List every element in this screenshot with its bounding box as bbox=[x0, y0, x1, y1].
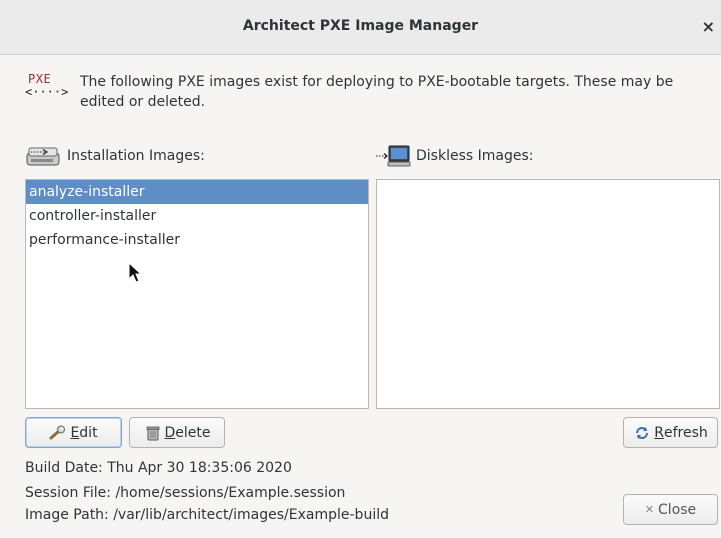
close-label: Close bbox=[658, 501, 697, 518]
drive-icon bbox=[26, 147, 60, 166]
monitor-icon bbox=[376, 145, 411, 167]
list-item[interactable]: performance-installer bbox=[26, 228, 368, 252]
title-bar[interactable]: Architect PXE Image Manager × bbox=[0, 0, 721, 55]
pxe-icon: PXE <····> bbox=[25, 72, 69, 104]
pxe-icon-label: PXE bbox=[28, 72, 52, 86]
refresh-mnemonic: R bbox=[654, 424, 664, 441]
list-item[interactable]: analyze-installer bbox=[26, 180, 368, 204]
diskless-images-list[interactable] bbox=[376, 179, 720, 409]
refresh-button[interactable]: Refresh bbox=[623, 417, 718, 448]
list-item[interactable]: controller-installer bbox=[26, 204, 368, 228]
delete-label: elete bbox=[175, 424, 211, 441]
installation-images-header: Installation Images: bbox=[25, 145, 205, 167]
intro-text: The following PXE images exist for deplo… bbox=[80, 74, 674, 110]
close-icon[interactable]: × bbox=[702, 17, 715, 36]
installation-images-list[interactable]: analyze-installer controller-installer p… bbox=[25, 179, 369, 409]
edit-mnemonic: E bbox=[70, 424, 80, 441]
image-path: Image Path: /var/lib/architect/images/Ex… bbox=[25, 507, 389, 523]
edit-label: dit bbox=[79, 424, 98, 441]
edit-button[interactable]: Edit bbox=[25, 417, 122, 448]
pxe-arrows-icon: <····> bbox=[25, 85, 69, 99]
close-x-icon: ✕ bbox=[644, 503, 655, 516]
wrench-icon bbox=[49, 425, 66, 439]
delete-mnemonic: D bbox=[164, 424, 176, 441]
session-file: Session File: /home/sessions/Example.ses… bbox=[25, 485, 346, 501]
installation-images-label: Installation Images: bbox=[67, 148, 205, 164]
mouse-cursor-icon bbox=[128, 262, 143, 283]
diskless-images-header: Diskless Images: bbox=[376, 145, 533, 167]
refresh-label: efresh bbox=[663, 424, 708, 441]
delete-button[interactable]: Delete bbox=[129, 417, 225, 448]
build-date: Build Date: Thu Apr 30 18:35:06 2020 bbox=[25, 460, 292, 476]
refresh-icon bbox=[636, 426, 649, 439]
window-title: Architect PXE Image Manager bbox=[242, 18, 479, 34]
close-button[interactable]: ✕ Close bbox=[623, 494, 718, 525]
dialog-window: Architect PXE Image Manager × PXE <····>… bbox=[0, 0, 721, 538]
trash-icon bbox=[146, 426, 159, 440]
diskless-images-label: Diskless Images: bbox=[416, 148, 534, 164]
